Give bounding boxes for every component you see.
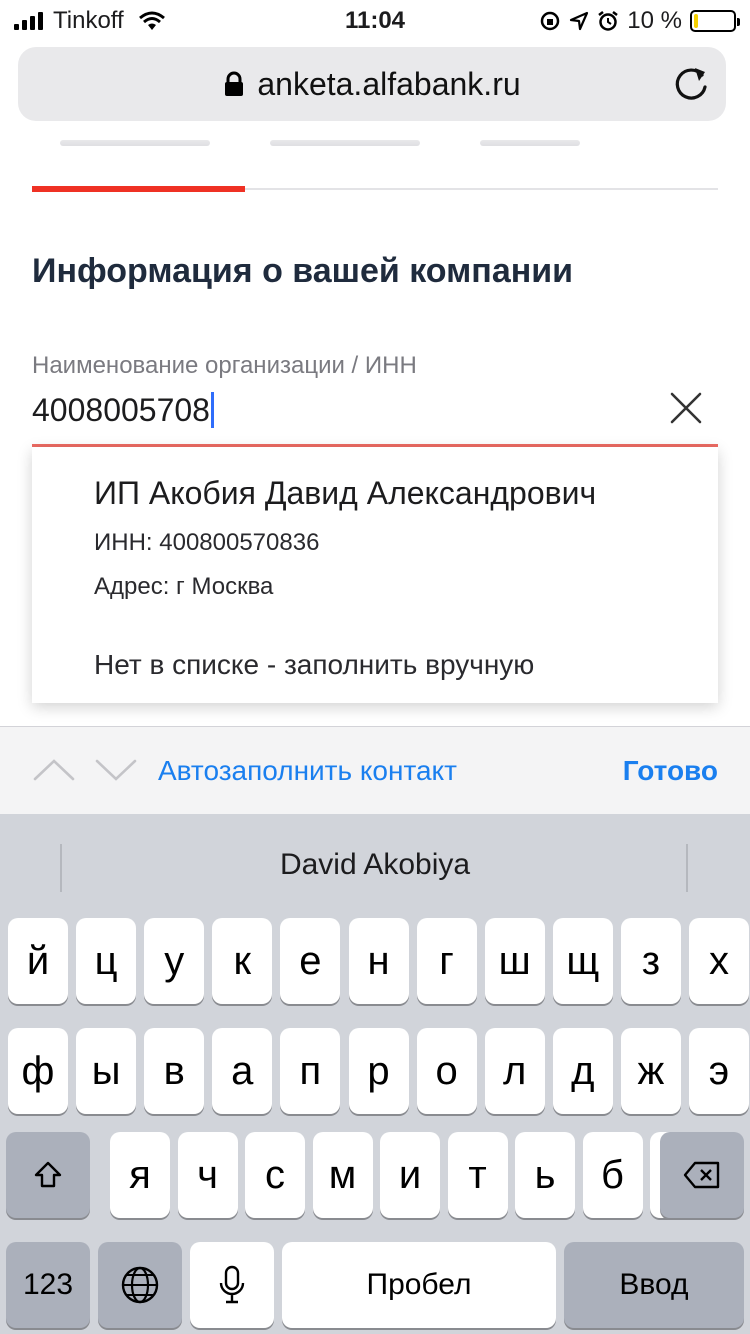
shift-key[interactable] <box>6 1132 90 1218</box>
letter-key[interactable]: в <box>144 1028 205 1114</box>
status-right: 10 % <box>539 7 740 35</box>
return-key[interactable]: Ввод <box>564 1242 744 1328</box>
company-search-input[interactable]: 4008005708 <box>32 386 652 434</box>
letter-key[interactable]: г <box>416 918 477 1004</box>
letter-key[interactable]: б <box>582 1132 643 1218</box>
letter-key[interactable]: ь <box>515 1132 575 1218</box>
backspace-icon <box>683 1161 720 1189</box>
text-caret <box>210 392 214 428</box>
letter-key[interactable]: а <box>212 1028 273 1114</box>
letter-key[interactable]: ш <box>484 918 545 1004</box>
address-bar[interactable]: anketa.alfabank.ru <box>18 47 726 121</box>
letter-key[interactable]: д <box>552 1028 613 1114</box>
letter-key[interactable]: и <box>380 1132 440 1218</box>
chevron-up-icon[interactable] <box>32 755 76 785</box>
letter-key[interactable]: м <box>312 1132 373 1218</box>
letter-key[interactable]: р <box>348 1028 409 1114</box>
suggestion-inn: ИНН: 400800570836 <box>94 529 320 556</box>
keyboard-accessory-bar: Автозаполнить контакт Готово <box>0 727 750 814</box>
company-field-label: Наименование организации / ИНН <box>32 352 417 379</box>
letter-key[interactable]: ц <box>76 918 137 1004</box>
company-search-value: 4008005708 <box>32 391 210 428</box>
suggestions-dropdown: ИП Акобия Давид Александрович ИНН: 40080… <box>32 447 718 703</box>
battery-level <box>694 14 698 28</box>
letter-key[interactable]: я <box>110 1132 170 1218</box>
microphone-icon <box>219 1265 245 1304</box>
fill-manually-option[interactable]: Нет в списке - заполнить вручную <box>94 649 534 681</box>
letter-key[interactable]: к <box>212 918 273 1004</box>
battery-icon <box>690 10 740 32</box>
progress-indicator <box>32 186 245 192</box>
letter-key[interactable]: х <box>689 918 749 1004</box>
letter-key[interactable]: л <box>484 1028 545 1114</box>
keyboard: David Akobiya йцукенгшщзх фывапролджэ яч… <box>0 814 750 1334</box>
letter-key[interactable]: э <box>689 1028 749 1114</box>
rotation-lock-icon <box>541 11 560 31</box>
letter-key[interactable]: о <box>416 1028 477 1114</box>
predictive-bar: David Akobiya <box>0 814 750 914</box>
letter-key[interactable]: п <box>280 1028 341 1114</box>
letter-key[interactable]: ж <box>620 1028 681 1114</box>
alarm-icon <box>598 11 619 31</box>
section-title: Информация о вашей компании <box>32 252 574 290</box>
battery-percent: 10 % <box>627 7 682 34</box>
shift-icon <box>34 1161 62 1188</box>
numbers-key[interactable]: 123 <box>6 1242 90 1328</box>
letter-key[interactable]: ч <box>177 1132 238 1218</box>
reload-icon[interactable] <box>670 63 712 105</box>
letter-key[interactable]: з <box>620 918 681 1004</box>
suggestion-address: Адрес: г Москва <box>94 573 274 600</box>
globe-icon <box>121 1266 159 1304</box>
done-button[interactable]: Готово <box>623 755 718 787</box>
letter-key[interactable]: щ <box>552 918 613 1004</box>
page-top-fade <box>0 126 750 150</box>
letter-key[interactable]: т <box>447 1132 508 1218</box>
url-text: anketa.alfabank.ru <box>257 65 521 102</box>
letter-key[interactable]: й <box>8 918 68 1004</box>
autofill-contact-button[interactable]: Автозаполнить контакт <box>158 755 457 787</box>
letter-key[interactable]: с <box>245 1132 305 1218</box>
prediction-separator <box>686 844 688 892</box>
letter-key[interactable]: ы <box>76 1028 137 1114</box>
suggestion-name: ИП Акобия Давид Александрович <box>94 475 597 511</box>
address-content: anketa.alfabank.ru <box>18 47 726 121</box>
letter-key[interactable]: ф <box>8 1028 68 1114</box>
letter-key[interactable]: е <box>280 918 341 1004</box>
status-bar: Tinkoff 11:04 10 % <box>0 0 750 40</box>
backspace-key[interactable] <box>660 1132 744 1218</box>
space-key[interactable]: Пробел <box>282 1242 556 1328</box>
lock-icon <box>225 71 244 96</box>
letter-key[interactable]: у <box>144 918 205 1004</box>
prediction-suggestion[interactable]: David Akobiya <box>0 848 750 882</box>
location-icon <box>570 11 589 31</box>
dictation-key[interactable] <box>190 1242 274 1328</box>
globe-key[interactable] <box>98 1242 182 1328</box>
letter-key[interactable]: н <box>348 918 409 1004</box>
close-icon[interactable] <box>664 386 708 430</box>
chevron-down-icon[interactable] <box>94 755 138 785</box>
